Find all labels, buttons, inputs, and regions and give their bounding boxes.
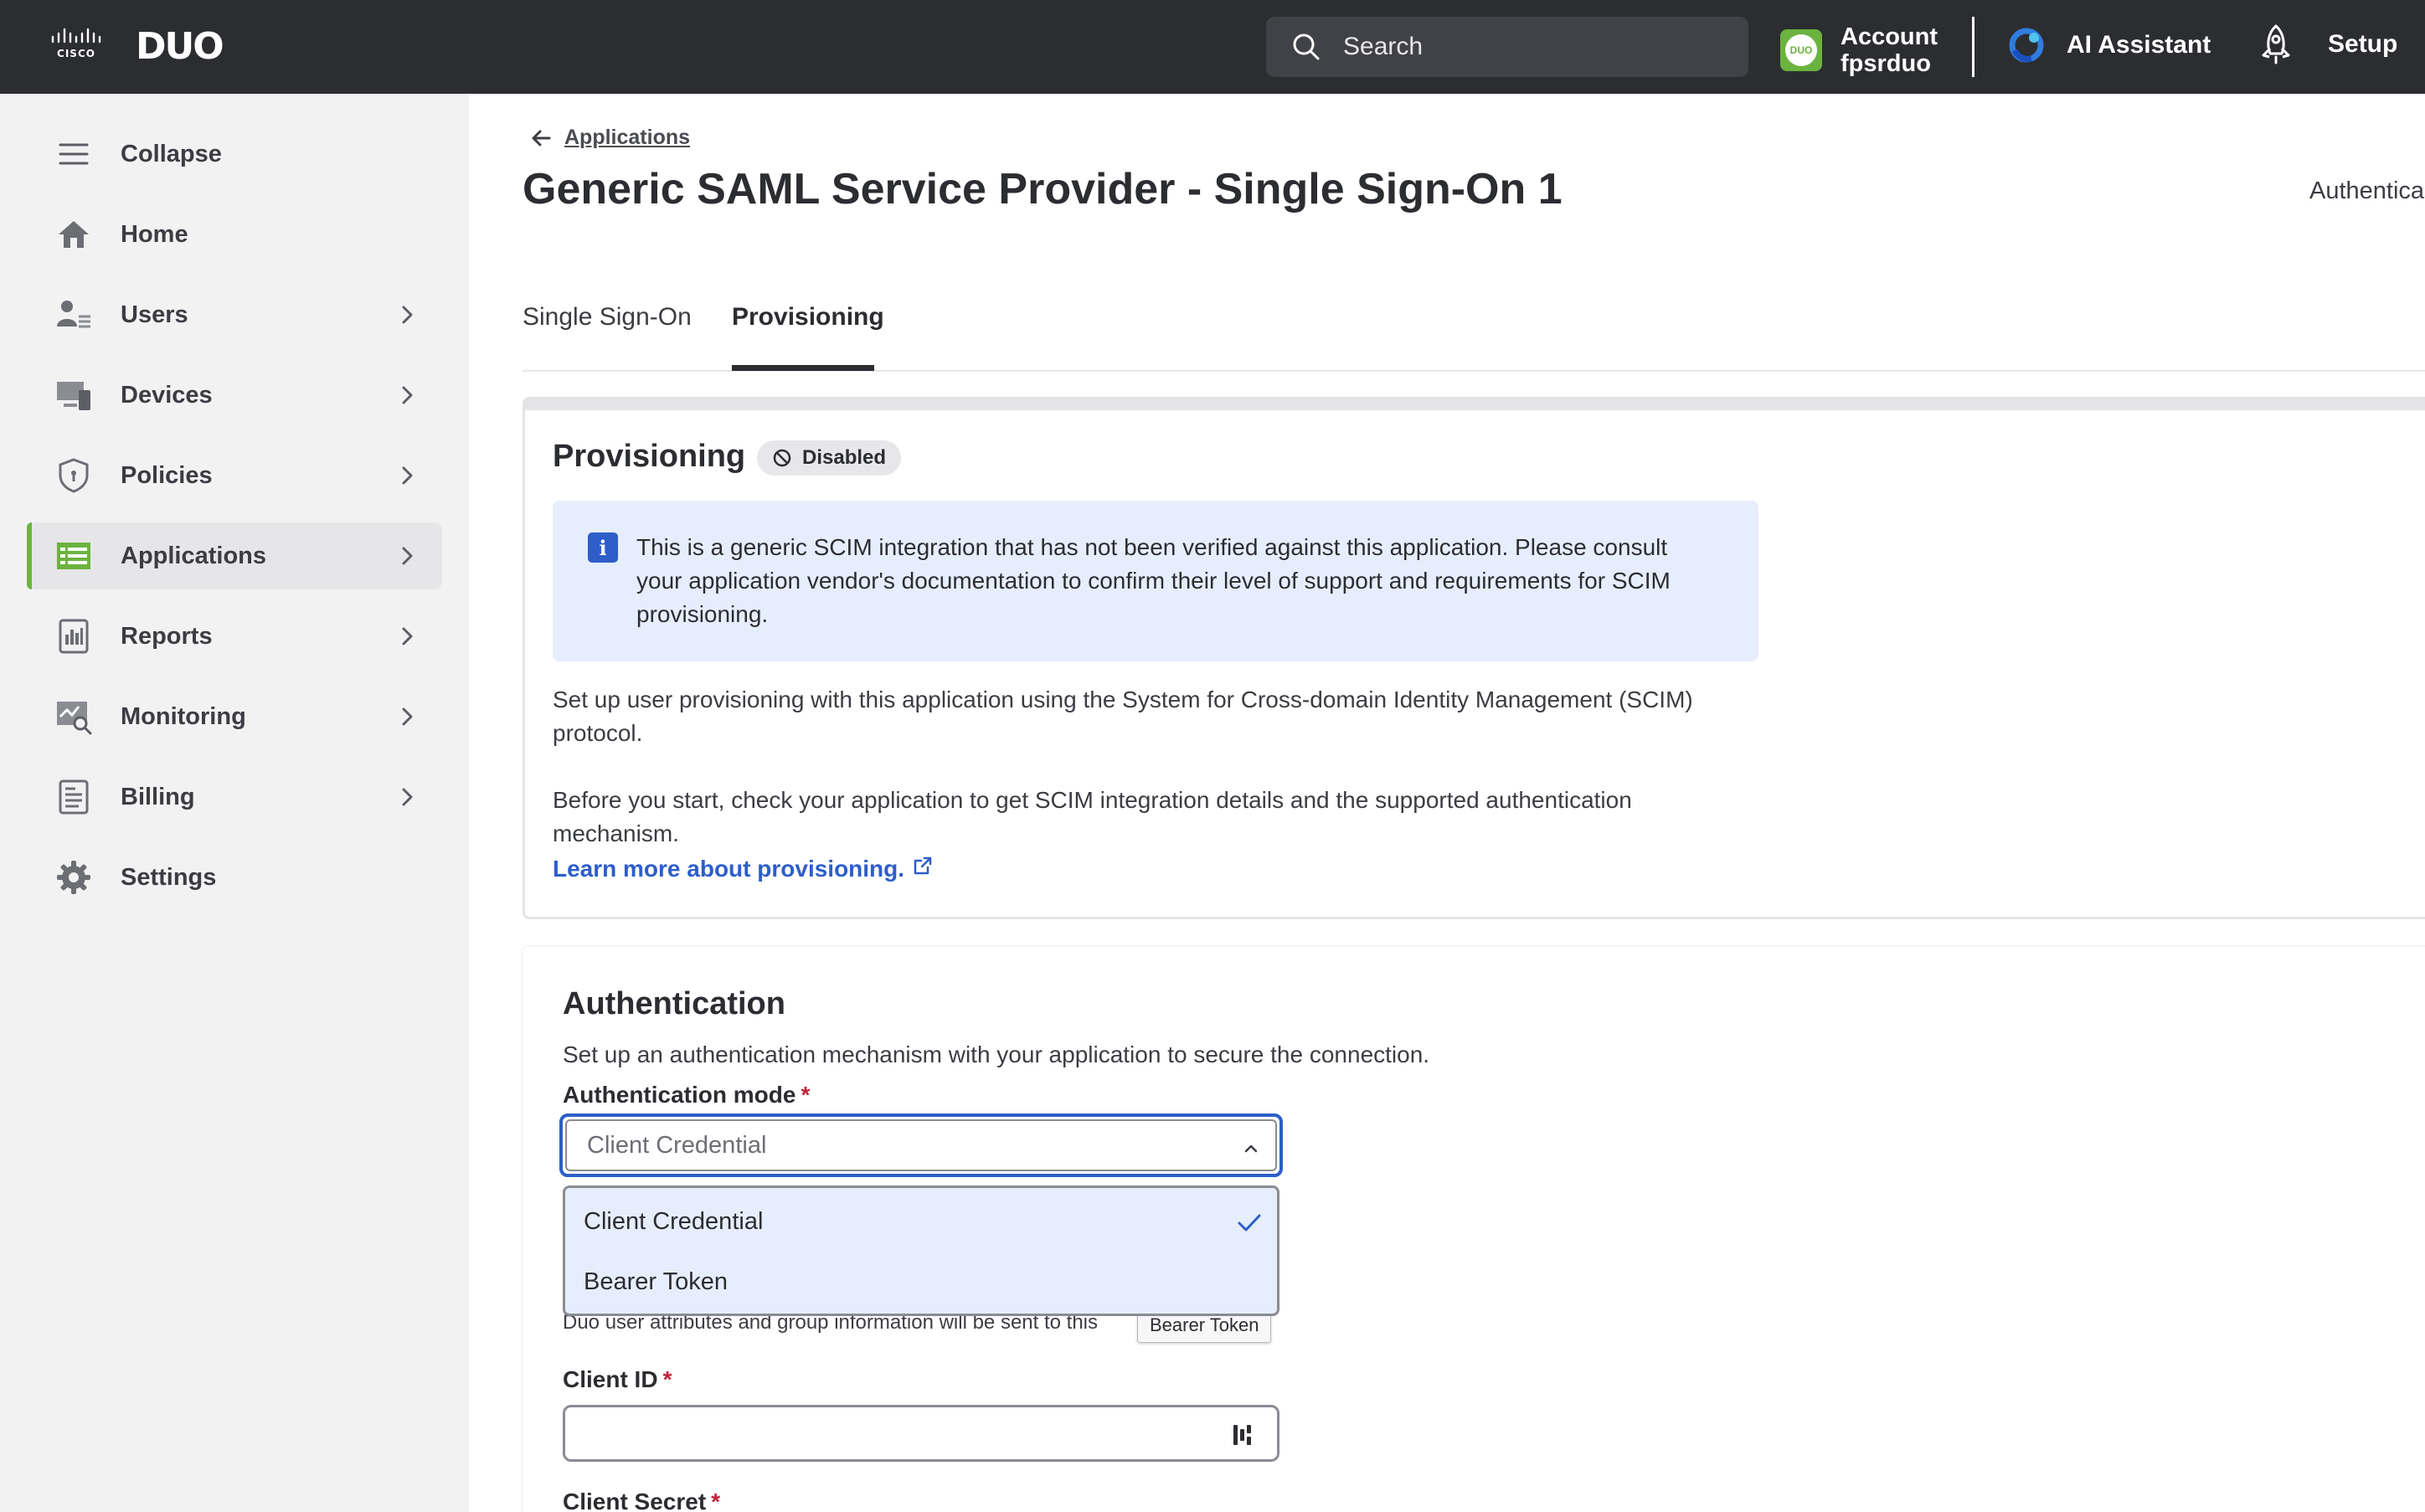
header-authentication-link[interactable]: Authentica [2309, 177, 2424, 205]
account-logo-icon: DUO [1780, 29, 1822, 71]
sidebar-item-label: Home [121, 220, 188, 248]
gear-icon [55, 859, 92, 896]
account-menu[interactable]: DUO Account fpsrduo [1780, 23, 1938, 77]
menu-icon [55, 136, 92, 172]
required-marker: * [711, 1489, 721, 1512]
account-badge-text: DUO [1785, 34, 1817, 66]
cisco-logo: CISCO [51, 28, 101, 59]
page-title: Generic SAML Service Provider - Single S… [523, 165, 1563, 213]
option-bearer-token[interactable]: Bearer Token [584, 1268, 728, 1296]
search-placeholder: Search [1343, 33, 1424, 60]
users-icon [55, 296, 92, 333]
sidebar-item-label: Billing [121, 783, 195, 810]
sidebar: Collapse Home Users Devices Policies App… [0, 94, 469, 1512]
required-marker: * [801, 1082, 811, 1108]
authentication-mode-select[interactable]: Client Credential [559, 1113, 1283, 1177]
svg-text:CISCO: CISCO [57, 48, 95, 59]
ai-assistant-label: AI Assistant [2067, 31, 2211, 59]
setup-label: Setup [2328, 30, 2398, 58]
active-tab-indicator [732, 365, 874, 371]
sidebar-item-label: Reports [121, 622, 213, 650]
provisioning-instructions: Before you start, check your application… [553, 787, 1632, 846]
sidebar-item-monitoring[interactable]: Monitoring [27, 683, 442, 750]
external-link-icon [914, 856, 932, 875]
chevron-up-icon [1244, 1144, 1258, 1153]
search-icon [1293, 33, 1320, 60]
breadcrumb-link[interactable]: Applications [564, 126, 690, 150]
info-banner: i This is a generic SCIM integration tha… [553, 501, 1758, 661]
info-icon: i [588, 532, 618, 563]
learn-more-link[interactable]: Learn more about provisioning. [553, 856, 933, 882]
shield-icon [55, 457, 92, 494]
chevron-right-icon [402, 707, 413, 726]
status-badge: Disabled [757, 440, 902, 476]
reports-icon [55, 618, 92, 655]
provisioning-description: Set up user provisioning with this appli… [553, 687, 1693, 746]
account-name: fpsrduo [1841, 50, 1931, 77]
sidebar-item-policies[interactable]: Policies [27, 442, 442, 509]
disabled-icon [773, 449, 791, 467]
sidebar-item-home[interactable]: Home [27, 201, 442, 268]
client-id-label: Client ID * [563, 1366, 672, 1393]
sidebar-item-collapse[interactable]: Collapse [27, 121, 442, 188]
sidebar-item-label: Collapse [121, 140, 222, 167]
sidebar-item-settings[interactable]: Settings [27, 844, 442, 911]
info-banner-text: This is a generic SCIM integration that … [636, 534, 1671, 627]
rocket-icon [2262, 24, 2290, 64]
sidebar-item-label: Policies [121, 461, 213, 489]
topbar-divider [1972, 17, 1974, 77]
setup-button[interactable]: Setup [2258, 23, 2397, 65]
password-manager-icon[interactable] [1232, 1422, 1254, 1448]
authentication-mode-label: Authentication mode * [563, 1082, 810, 1108]
authentication-mode-dropdown: Client Credential Bearer Token [563, 1185, 1279, 1316]
applications-icon [55, 537, 92, 574]
sidebar-item-devices[interactable]: Devices [27, 362, 442, 429]
tab-provisioning[interactable]: Provisioning [732, 303, 884, 332]
chevron-right-icon [402, 306, 413, 324]
sidebar-item-label: Applications [121, 542, 267, 569]
status-badge-label: Disabled [802, 446, 887, 469]
sidebar-item-billing[interactable]: Billing [27, 764, 442, 831]
home-icon [55, 216, 92, 253]
authentication-title: Authentication [563, 986, 785, 1021]
learn-more-label: Learn more about provisioning. [553, 856, 905, 882]
option-client-credential[interactable]: Client Credential [584, 1208, 763, 1236]
tab-single-sign-on[interactable]: Single Sign-On [523, 303, 692, 332]
client-secret-label: Client Secret * [563, 1489, 720, 1512]
sidebar-item-label: Settings [121, 863, 217, 891]
client-id-input[interactable] [563, 1405, 1279, 1462]
authentication-mode-label-text: Authentication mode [563, 1082, 796, 1108]
sidebar-item-label: Devices [121, 381, 213, 409]
top-bar: CISCO DUO Search DUO Account fpsrduo AI … [0, 0, 2425, 94]
sidebar-item-users[interactable]: Users [27, 281, 442, 348]
chevron-right-icon [402, 547, 413, 565]
provisioning-title: Provisioning [553, 439, 746, 474]
chevron-right-icon [402, 788, 413, 806]
authentication-description: Set up an authentication mechanism with … [563, 1041, 1430, 1067]
billing-icon [55, 779, 92, 815]
devices-icon [55, 377, 92, 414]
ai-assistant-button[interactable]: AI Assistant [2006, 25, 2211, 65]
arrow-left-icon [532, 130, 551, 146]
authentication-mode-value: Client Credential [587, 1131, 767, 1159]
duo-logo: DUO [136, 25, 224, 68]
search-box[interactable]: Search [1266, 17, 1748, 77]
tab-bar: Single Sign-On Provisioning [523, 285, 2425, 372]
chevron-right-icon [402, 627, 413, 645]
monitoring-icon [55, 698, 92, 735]
account-label: Account [1841, 23, 1938, 50]
ai-assistant-icon [2009, 28, 2044, 63]
client-id-label-text: Client ID [563, 1366, 658, 1392]
sidebar-item-reports[interactable]: Reports [27, 603, 442, 670]
chevron-right-icon [402, 386, 413, 404]
chevron-right-icon [402, 466, 413, 485]
checkmark-icon [1238, 1214, 1261, 1232]
required-marker: * [662, 1366, 672, 1392]
breadcrumb[interactable]: Applications [529, 126, 690, 150]
client-secret-label-text: Client Secret [563, 1489, 707, 1512]
sidebar-item-label: Monitoring [121, 702, 246, 730]
sidebar-item-label: Users [121, 301, 188, 328]
sidebar-item-applications[interactable]: Applications [27, 522, 442, 589]
